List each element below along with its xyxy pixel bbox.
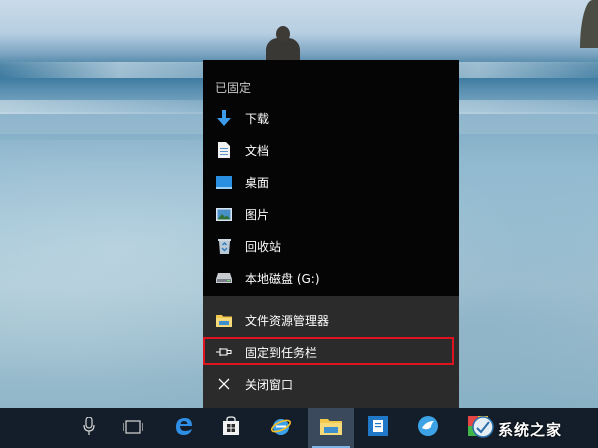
taskbar-button-bird-app[interactable] — [405, 408, 451, 448]
pinned-section: 已固定 下载 文档 桌面 图片 回收站 本地磁盘 (G:) — [203, 60, 459, 296]
taskbar-button-task-view[interactable] — [110, 408, 156, 448]
taskbar-button-edge[interactable] — [161, 408, 207, 448]
rock — [580, 0, 598, 48]
file-explorer-icon — [320, 417, 342, 439]
action-label: 关闭窗口 — [245, 377, 294, 392]
pinned-item-label: 桌面 — [245, 175, 270, 190]
download-arrow-icon — [216, 110, 232, 126]
person-head — [276, 26, 290, 42]
taskbar-button-internet-explorer[interactable] — [258, 408, 304, 448]
pinned-item-pictures[interactable]: 图片 — [203, 198, 459, 230]
edge-icon — [174, 416, 194, 440]
taskbar-button-app[interactable] — [355, 408, 401, 448]
pinned-item-label: 图片 — [245, 207, 270, 222]
action-pin-to-taskbar[interactable]: 固定到任务栏 — [203, 336, 459, 368]
app-icon — [368, 416, 388, 440]
pinned-item-label: 下载 — [245, 111, 270, 126]
jump-list-menu: 已固定 下载 文档 桌面 图片 回收站 本地磁盘 (G:) 文件资源管理器 固定… — [203, 60, 459, 408]
pinned-section-title: 已固定 — [215, 81, 252, 95]
pinned-item-documents[interactable]: 文档 — [203, 134, 459, 166]
taskbar-button-microphone[interactable] — [66, 408, 112, 448]
pictures-icon — [216, 206, 232, 222]
desktop-icon — [216, 174, 232, 190]
ie-icon — [270, 415, 292, 441]
taskbar-button-store[interactable] — [208, 408, 254, 448]
watermark-icon — [472, 416, 494, 442]
file-explorer-icon — [216, 312, 232, 328]
microphone-icon — [83, 416, 95, 439]
pinned-item-label: 本地磁盘 (G:) — [245, 271, 320, 286]
store-icon — [221, 416, 241, 440]
pinned-item-recycle-bin[interactable]: 回收站 — [203, 230, 459, 262]
close-icon — [216, 376, 232, 392]
action-file-explorer[interactable]: 文件资源管理器 — [203, 304, 459, 336]
pinned-item-desktop[interactable]: 桌面 — [203, 166, 459, 198]
document-icon — [216, 142, 232, 158]
pinned-item-downloads[interactable]: 下载 — [203, 102, 459, 134]
pin-icon — [216, 344, 232, 360]
recycle-bin-icon — [216, 238, 232, 254]
bird-icon — [417, 415, 439, 441]
pinned-item-local-disk-g[interactable]: 本地磁盘 (G:) — [203, 262, 459, 294]
watermark-text: 系统之家 — [498, 420, 563, 439]
action-label: 固定到任务栏 — [245, 345, 318, 360]
taskbar-button-file-explorer[interactable] — [308, 408, 354, 448]
drive-icon — [216, 270, 232, 286]
pinned-item-label: 回收站 — [245, 239, 282, 254]
action-close-window[interactable]: 关闭窗口 — [203, 368, 459, 400]
watermark-logo: 系统之家 — [472, 412, 592, 446]
pinned-item-label: 文档 — [245, 143, 270, 158]
task-view-icon — [122, 419, 144, 438]
action-label: 文件资源管理器 — [245, 313, 330, 328]
